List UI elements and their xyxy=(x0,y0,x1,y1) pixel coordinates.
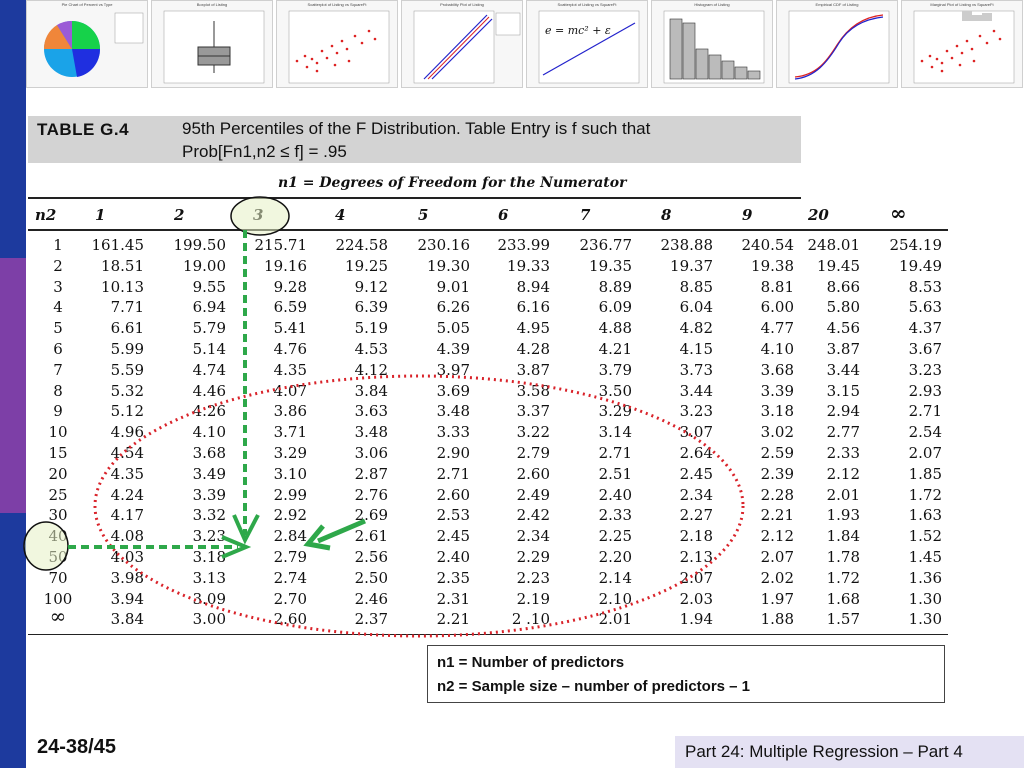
legend-n2: n2 = Sample size – number of predictors … xyxy=(437,678,751,695)
slide-number: 24-38/45 xyxy=(37,736,116,758)
footer-caption-box: Part 24: Multiple Regression – Part 4 xyxy=(675,736,1024,768)
legend-box: n1 = Number of predictors n2 = Sample si… xyxy=(427,645,945,703)
diagonal-green-arrow xyxy=(317,518,366,544)
legend-n1: n1 = Number of predictors xyxy=(437,654,625,671)
footer-caption: Part 24: Multiple Regression – Part 4 xyxy=(685,742,963,761)
lower-table-red-ellipse xyxy=(93,374,745,638)
column-3-highlight-circle xyxy=(230,196,290,236)
row-40-50-highlight-circle xyxy=(23,521,69,571)
